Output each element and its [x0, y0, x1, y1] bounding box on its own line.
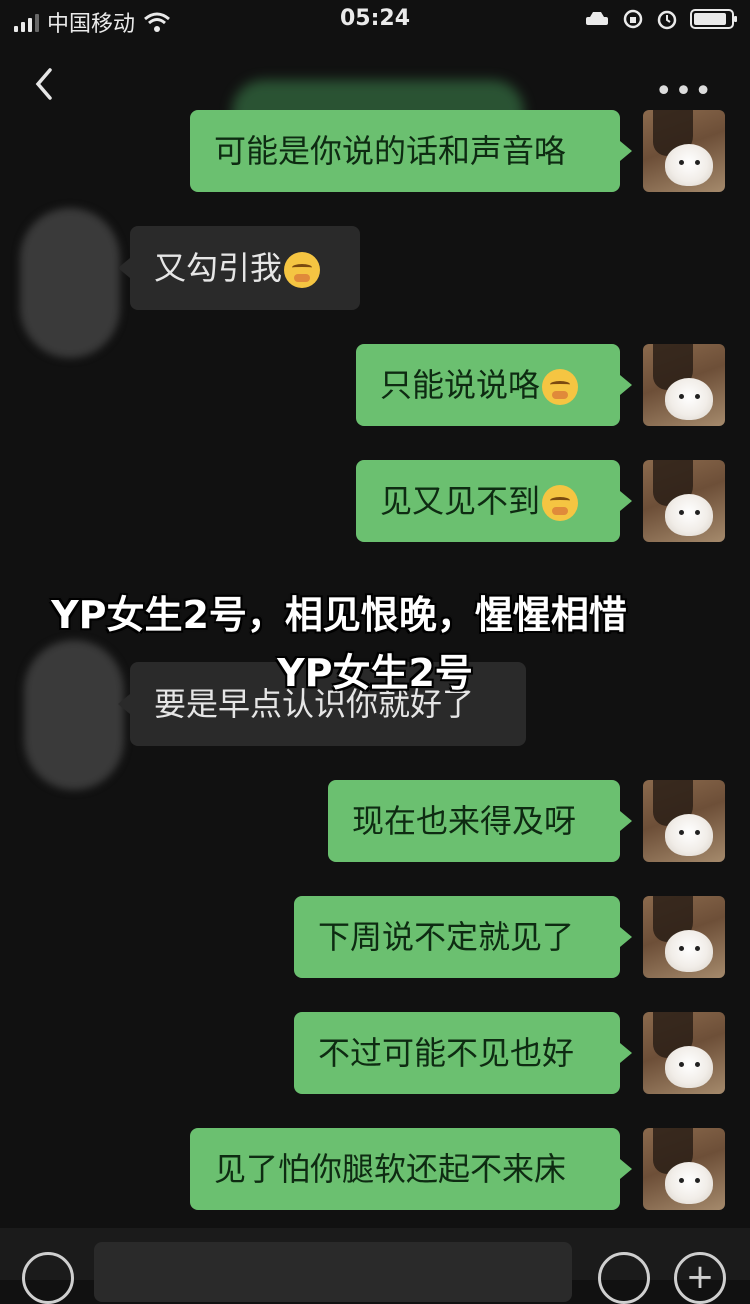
voice-input-icon[interactable] — [22, 1252, 74, 1304]
more-actions-plus-icon[interactable]: + — [674, 1252, 726, 1304]
message-bubble-outgoing[interactable]: 见了怕你腿软还起不来床 — [190, 1128, 620, 1210]
message-text: 又勾引我 — [154, 249, 283, 287]
bubble-tail — [620, 1043, 632, 1063]
rotation-lock-icon — [623, 9, 643, 29]
message-text: 现在也来得及呀 — [352, 802, 577, 840]
message-bubble-outgoing[interactable]: 现在也来得及呀 — [328, 780, 620, 862]
status-bar: 中国移动 05:24 — [0, 0, 750, 42]
status-right — [584, 8, 737, 30]
message-bubble-outgoing[interactable]: 下周说不定就见了 — [294, 896, 620, 978]
my-avatar[interactable] — [643, 780, 725, 862]
message-text: 下周说不定就见了 — [318, 918, 575, 956]
face-emoji-icon — [542, 485, 579, 521]
chat-input-bar: + — [0, 1228, 750, 1304]
bubble-tail — [620, 1159, 632, 1179]
message-text: 见了怕你腿软还起不来床 — [214, 1150, 567, 1188]
message-text: 见又见不到 — [380, 482, 541, 520]
overlay-caption-sub: YP女生2号 — [277, 651, 473, 695]
overlay-caption: YP女生2号，相见恨晚，惺惺相惜 — [51, 593, 627, 637]
bubble-tail — [620, 375, 632, 395]
car-icon — [586, 12, 608, 25]
face-emoji-icon — [284, 252, 321, 288]
message-bubble-incoming[interactable]: 又勾引我 — [130, 226, 360, 310]
message-bubble-outgoing[interactable]: 不过可能不见也好 — [294, 1012, 620, 1094]
face-emoji-icon — [542, 369, 579, 405]
bubble-tail — [620, 811, 632, 831]
my-avatar[interactable] — [643, 1012, 725, 1094]
bubble-tail — [620, 927, 632, 947]
my-avatar[interactable] — [643, 110, 725, 192]
back-chevron-icon[interactable] — [28, 64, 64, 104]
battery-icon — [690, 9, 737, 29]
message-bubble-outgoing[interactable]: 可能是你说的话和声音咯 — [190, 110, 620, 192]
more-options-icon[interactable]: ••• — [655, 74, 714, 109]
bubble-tail — [620, 491, 632, 511]
emoji-picker-icon[interactable] — [598, 1252, 650, 1304]
my-avatar[interactable] — [643, 1128, 725, 1210]
message-bubble-outgoing[interactable]: 只能说说咯 — [356, 344, 620, 426]
bubble-tail — [620, 141, 632, 161]
contact-avatar-redacted[interactable] — [20, 208, 120, 358]
message-text: 可能是你说的话和声音咯 — [214, 132, 567, 170]
my-avatar[interactable] — [643, 460, 725, 542]
message-bubble-outgoing[interactable]: 见又见不到 — [356, 460, 620, 542]
message-text: 不过可能不见也好 — [318, 1034, 575, 1072]
message-input[interactable] — [94, 1242, 572, 1302]
message-text: 只能说说咯 — [380, 366, 541, 404]
bubble-tail — [118, 694, 130, 714]
alarm-icon — [657, 10, 677, 30]
my-avatar[interactable] — [643, 896, 725, 978]
bubble-tail — [118, 258, 130, 278]
my-avatar[interactable] — [643, 344, 725, 426]
